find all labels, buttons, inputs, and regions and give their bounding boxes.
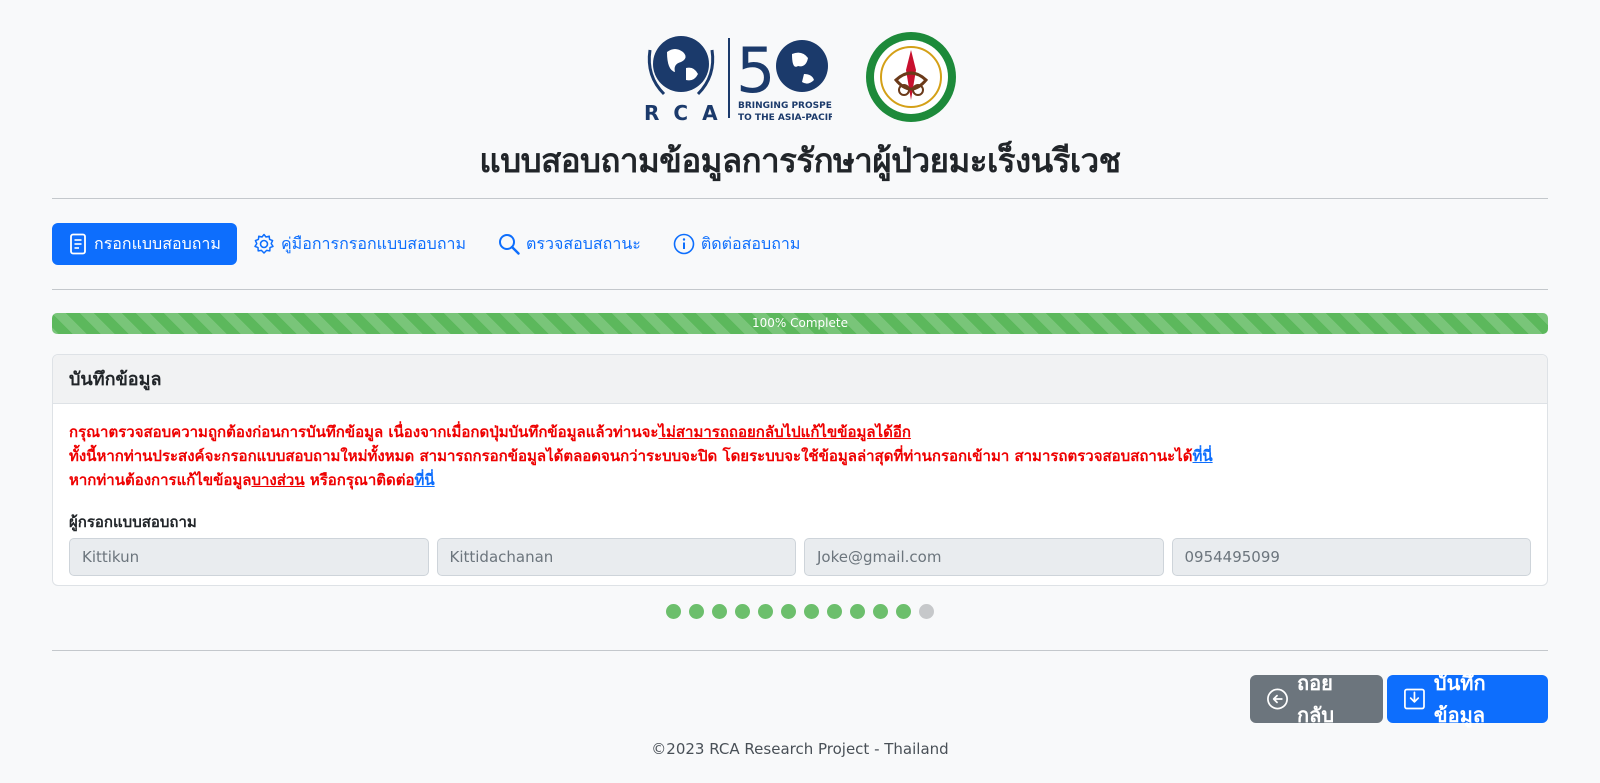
card-title: บันทึกข้อมูล	[53, 355, 1547, 404]
step-dot	[781, 604, 796, 619]
save-button[interactable]: บันทึกข้อมูล	[1387, 671, 1548, 727]
progress-bar: 100% Complete	[52, 313, 1548, 334]
nav-label: กรอกแบบสอบถาม	[94, 233, 221, 253]
page-title: แบบสอบถามข้อมูลการรักษาผู้ป่วยมะเร็งนรีเ…	[479, 141, 1121, 180]
step-dot	[804, 604, 819, 619]
step-dot	[712, 604, 727, 619]
progress-label: 100% Complete	[752, 316, 848, 330]
rca-text: RCA	[644, 101, 732, 124]
respondent-fields: Kittikun Kittidachanan Joke@gmail.com 09…	[69, 538, 1531, 576]
step-dot	[735, 604, 750, 619]
nav-label: ติดต่อสอบถาม	[700, 233, 801, 253]
nav-manual[interactable]: คู่มือการกรอกแบบสอบถาม	[237, 223, 482, 265]
document-icon	[70, 233, 86, 255]
nav-label: ตรวจสอบสถานะ	[526, 233, 641, 253]
warning-message: กรุณาตรวจสอบความถูกต้องก่อนการบันทึกข้อม…	[69, 423, 1213, 489]
logo-tagline-1: BRINGING PROSPERITY	[738, 101, 832, 111]
search-icon	[499, 234, 520, 255]
step-dot	[896, 604, 911, 619]
back-button-label: ถอยกลับ	[1297, 671, 1335, 727]
footer-copyright: ©2023 RCA Research Project - Thailand	[651, 740, 949, 758]
email-field[interactable]: Joke@gmail.com	[804, 538, 1164, 576]
divider	[52, 289, 1548, 290]
step-dot	[873, 604, 888, 619]
step-dot	[689, 604, 704, 619]
step-indicator	[0, 604, 1600, 619]
nav-check-status[interactable]: ตรวจสอบสถานะ	[482, 223, 657, 265]
page-header: RCA 5 BRINGING PROSPERITY TO THE ASIA-PA…	[0, 0, 1600, 198]
institution-seal	[866, 32, 956, 122]
save-button-label: บันทึกข้อมูล	[1433, 671, 1486, 727]
nav-contact[interactable]: ติดต่อสอบถาม	[657, 223, 817, 265]
logo-group: RCA 5 BRINGING PROSPERITY TO THE ASIA-PA…	[642, 28, 962, 124]
phone-field[interactable]: 0954495099	[1171, 538, 1531, 576]
check-status-link[interactable]: ที่นี่	[1192, 447, 1212, 465]
nav-fill-questionnaire[interactable]: กรอกแบบสอบถาม	[52, 223, 237, 265]
rca-50-logo: RCA 5 BRINGING PROSPERITY TO THE ASIA-PA…	[644, 34, 832, 124]
divider	[52, 650, 1548, 651]
divider	[52, 198, 1548, 199]
logo-tagline-2: TO THE ASIA-PACIFIC	[738, 113, 832, 123]
back-button[interactable]: ถอยกลับ	[1250, 671, 1383, 727]
step-dot	[850, 604, 865, 619]
download-icon	[1404, 688, 1425, 710]
nav-label: คู่มือการกรอกแบบสอบถาม	[280, 233, 467, 253]
last-name-field[interactable]: Kittidachanan	[436, 538, 796, 576]
arrow-left-circle-icon	[1267, 688, 1288, 710]
step-dot	[919, 604, 934, 619]
first-name-field[interactable]: Kittikun	[69, 538, 429, 576]
step-dot	[758, 604, 773, 619]
main-nav: กรอกแบบสอบถาม คู่มือการกรอกแบบสอบถาม ตรว…	[52, 223, 816, 265]
respondent-label: ผู้กรอกแบบสอบถาม	[69, 513, 197, 531]
step-dot	[827, 604, 842, 619]
contact-link[interactable]: ที่นี่	[414, 471, 434, 489]
info-icon	[673, 233, 695, 255]
save-data-card: บันทึกข้อมูล กรุณาตรวจสอบความถูกต้องก่อน…	[52, 354, 1548, 586]
svg-text:5: 5	[736, 34, 775, 107]
step-dot	[666, 604, 681, 619]
gear-icon	[254, 233, 274, 254]
